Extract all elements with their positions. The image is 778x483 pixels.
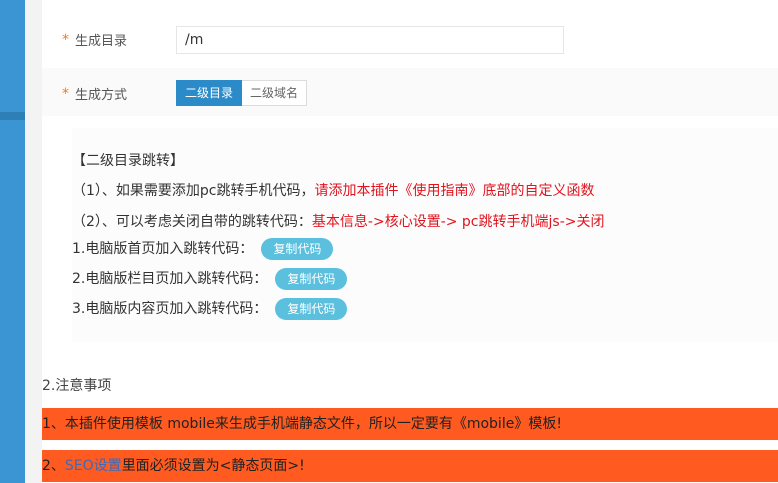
required-mark: * bbox=[62, 85, 69, 102]
mode-option-subdomain[interactable]: 二级域名 bbox=[242, 80, 308, 106]
directory-label: * 生成目录 bbox=[62, 30, 128, 50]
required-mark: * bbox=[62, 31, 69, 48]
notice-banner-2-prefix: 2、 bbox=[42, 458, 65, 474]
left-gutter bbox=[25, 0, 42, 483]
sidebar-notch bbox=[0, 112, 25, 120]
copy-code-button-category[interactable]: 复制代码 bbox=[275, 268, 348, 290]
notice-banner-2: 2、SEO设置里面必须设置为<静态页面>! bbox=[42, 450, 778, 482]
form-row-mode: * 生成方式 二级目录 二级域名 bbox=[42, 68, 778, 116]
copy-code-button-content[interactable]: 复制代码 bbox=[275, 298, 348, 320]
left-sidebar-bar bbox=[0, 0, 25, 483]
directory-input[interactable]: /m bbox=[176, 26, 564, 54]
copy-row-content: 3.电脑版内容页加入跳转代码： 复制代码 bbox=[72, 298, 348, 320]
notes-title: 2.注意事项 bbox=[42, 378, 112, 394]
mode-label-text: 生成方式 bbox=[75, 88, 128, 103]
subdirectory-info-panel: 【二级目录跳转】 （1）、如果需要添加pc跳转手机代码，请添加本插件《使用指南》… bbox=[72, 128, 778, 342]
notice-banner-1: 1、本插件使用模板 mobile来生成手机端静态文件，所以一定要有《mobile… bbox=[42, 408, 778, 440]
info-title: 【二级目录跳转】 bbox=[72, 153, 184, 169]
copy-row-category: 2.电脑版栏目页加入跳转代码： 复制代码 bbox=[72, 268, 348, 290]
mode-segmented-control: 二级目录 二级域名 bbox=[176, 80, 308, 106]
content-panel: * 生成目录 /m * 生成方式 二级目录 二级域名 【二级目录跳转】 （1）、… bbox=[42, 0, 778, 483]
seo-settings-link[interactable]: SEO设置 bbox=[65, 458, 122, 474]
mode-option-subdirectory[interactable]: 二级目录 bbox=[176, 80, 243, 106]
form-row-directory: * 生成目录 /m bbox=[42, 12, 778, 68]
copy-row-home-label: 1.电脑版首页加入跳转代码： bbox=[72, 241, 254, 257]
copy-row-category-label: 2.电脑版栏目页加入跳转代码： bbox=[72, 271, 268, 287]
info-tip-2-text: （2）、可以考虑关闭自带的跳转代码： bbox=[72, 214, 312, 230]
info-tip-1-text: （1）、如果需要添加pc跳转手机代码， bbox=[72, 183, 315, 199]
mode-label: * 生成方式 bbox=[62, 84, 128, 104]
info-tip-2-highlight: 基本信息->核心设置-> pc跳转手机端js->关闭 bbox=[311, 214, 605, 230]
info-tip-2: （2）、可以考虑关闭自带的跳转代码：基本信息->核心设置-> pc跳转手机端js… bbox=[72, 211, 604, 231]
copy-code-button-home[interactable]: 复制代码 bbox=[261, 238, 334, 260]
notice-banner-2-suffix: 里面必须设置为<静态页面>! bbox=[121, 458, 305, 474]
info-tip-1-highlight: 请添加本插件《使用指南》底部的自定义函数 bbox=[314, 183, 595, 199]
copy-row-content-label: 3.电脑版内容页加入跳转代码： bbox=[72, 301, 268, 317]
copy-row-home: 1.电脑版首页加入跳转代码： 复制代码 bbox=[72, 238, 334, 260]
directory-label-text: 生成目录 bbox=[75, 34, 128, 49]
info-tip-1: （1）、如果需要添加pc跳转手机代码，请添加本插件《使用指南》底部的自定义函数 bbox=[72, 180, 595, 200]
